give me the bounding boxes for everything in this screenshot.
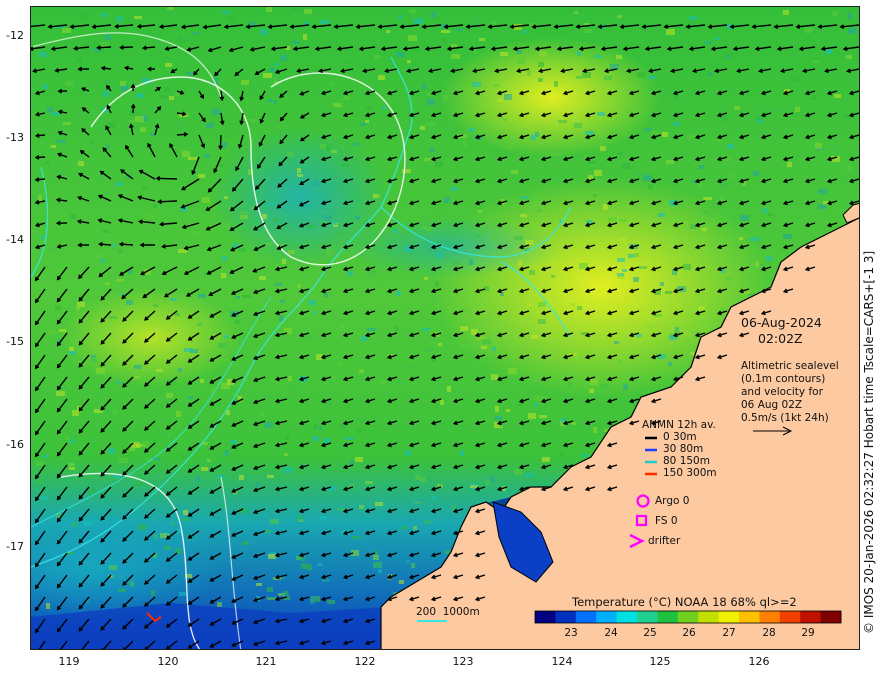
lon-tick-label: 122 bbox=[354, 655, 376, 668]
anmn-legend-item: 0 30m bbox=[663, 431, 697, 443]
lon-tick-label: 124 bbox=[551, 655, 573, 668]
anmn-legend-title: ANMN 12h av. bbox=[642, 419, 716, 431]
altimetry-line-5: 0.5m/s (1kt 24h) bbox=[741, 412, 829, 424]
lon-tick-label: 123 bbox=[452, 655, 474, 668]
anmn-legend-item: 80 150m bbox=[663, 455, 710, 467]
lat-tick-label: -13 bbox=[6, 131, 24, 144]
colorbar-tick-label: 28 bbox=[762, 627, 776, 639]
bathy-legend-label: 200 1000m bbox=[416, 606, 480, 618]
colorbar-tick-label: 25 bbox=[643, 627, 657, 639]
lat-tick-label: -14 bbox=[6, 233, 24, 246]
lat-tick-label: -16 bbox=[6, 438, 24, 451]
colorbar-tick-label: 26 bbox=[682, 627, 696, 639]
colorbar-segment bbox=[596, 611, 618, 623]
colorbar-segment bbox=[759, 611, 781, 623]
altimetry-line-3: and velocity for bbox=[741, 386, 823, 398]
colorbar-segment bbox=[575, 611, 597, 623]
argo-legend-label: Argo 0 bbox=[655, 495, 690, 507]
colorbar-segment bbox=[820, 611, 842, 623]
colorbar-tick-label: 23 bbox=[564, 627, 578, 639]
anmn-legend-item: 30 80m bbox=[663, 443, 704, 455]
lon-tick-label: 126 bbox=[748, 655, 770, 668]
time-label: 02:02Z bbox=[758, 331, 803, 346]
sst-map[interactable] bbox=[31, 7, 860, 650]
colorbar-segment bbox=[739, 611, 760, 623]
drifter-legend-label: drifter bbox=[648, 535, 681, 547]
colorbar-segment bbox=[718, 611, 740, 623]
date-label: 06-Aug-2024 bbox=[741, 315, 822, 330]
colorbar-tick-label: 24 bbox=[604, 627, 618, 639]
colorbar-tick-label: 27 bbox=[722, 627, 736, 639]
colorbar-segment bbox=[779, 611, 801, 623]
imos-credit-label: © IMOS 20-Jan-2026 02:32:27 Hobart time … bbox=[862, 250, 876, 634]
colorbar-segment bbox=[555, 611, 577, 623]
lon-tick-label: 121 bbox=[255, 655, 277, 668]
colorbar-segment bbox=[800, 611, 822, 623]
lat-tick-label: -15 bbox=[6, 335, 24, 348]
lon-tick-label: 120 bbox=[157, 655, 179, 668]
lon-tick-label: 119 bbox=[58, 655, 80, 668]
altimetry-line-2: (0.1m contours) bbox=[741, 373, 826, 385]
colorbar-tick-label: 29 bbox=[801, 627, 815, 639]
altimetry-line-4: 06 Aug 02Z bbox=[741, 399, 803, 411]
warm-patch-north bbox=[441, 37, 661, 157]
colorbar-segment bbox=[677, 611, 699, 623]
colorbar-segment bbox=[535, 611, 556, 623]
colorbar bbox=[534, 610, 842, 624]
lat-tick-label: -17 bbox=[6, 540, 24, 553]
lon-tick-label: 125 bbox=[649, 655, 671, 668]
colorbar-title: Temperature (°C) NOAA 18 68% ql>=2 bbox=[572, 595, 797, 609]
colorbar-segment bbox=[616, 611, 638, 623]
map-frame[interactable]: 06-Aug-2024 02:02Z Altimetric sealevel (… bbox=[30, 6, 860, 650]
anmn-legend-item: 150 300m bbox=[663, 467, 717, 479]
altimetry-line-1: Altimetric sealevel bbox=[741, 360, 839, 372]
fs-legend-label: FS 0 bbox=[655, 515, 678, 527]
colorbar-segment bbox=[657, 611, 679, 623]
lat-tick-label: -12 bbox=[6, 29, 24, 42]
colorbar-segment bbox=[698, 611, 720, 623]
colorbar-segment bbox=[637, 611, 658, 623]
